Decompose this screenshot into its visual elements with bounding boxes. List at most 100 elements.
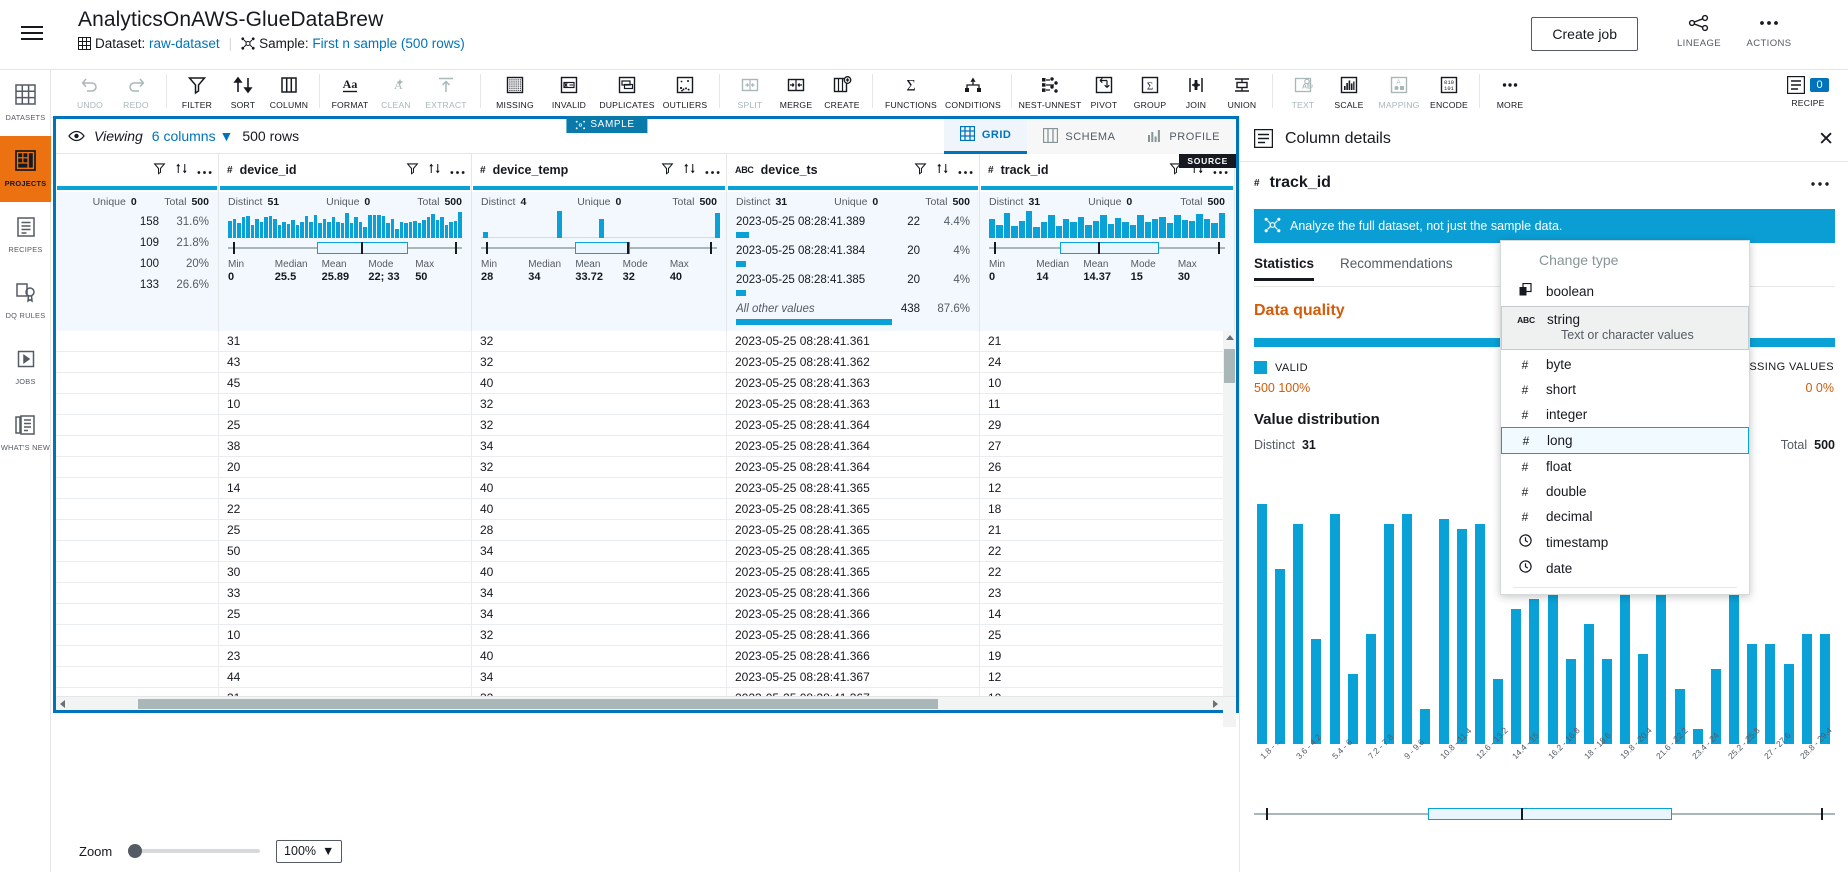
tab-grid[interactable]: GRID (943, 119, 1028, 154)
table-cell[interactable] (56, 499, 219, 519)
zoom-slider-handle[interactable] (128, 844, 143, 858)
table-cell[interactable]: 19 (980, 646, 1235, 666)
sidebar-item-what-s-new[interactable]: WHAT'S NEW (0, 400, 51, 466)
table-cell[interactable] (56, 478, 219, 498)
sort-icon[interactable] (936, 162, 949, 180)
sidebar-item-datasets[interactable]: DATASETS (0, 70, 51, 136)
toolbar-sort-button[interactable]: SORT (220, 70, 266, 116)
toolbar-pivot-button[interactable]: PIVOT (1081, 70, 1127, 116)
table-cell[interactable]: 43 (219, 352, 472, 372)
table-cell[interactable]: 14 (980, 604, 1235, 624)
table-cell[interactable]: 2023-05-25 08:28:41.365 (727, 520, 980, 540)
toolbar-more-button[interactable]: MORE (1487, 70, 1533, 116)
actions-button[interactable]: ACTIONS (1738, 12, 1800, 49)
table-cell[interactable]: 21 (980, 520, 1235, 540)
zoom-slider[interactable] (128, 844, 261, 858)
table-row[interactable]: 31 32 2023-05-25 08:28:41.361 21 (56, 331, 1236, 352)
table-cell[interactable] (56, 667, 219, 687)
filter-icon[interactable] (661, 162, 674, 180)
table-cell[interactable]: 31 (219, 331, 472, 351)
sidebar-item-recipes[interactable]: RECIPES (0, 202, 51, 268)
sample-tab[interactable]: SAMPLE (566, 116, 648, 133)
table-cell[interactable] (56, 562, 219, 582)
filter-icon[interactable] (406, 162, 419, 180)
toolbar-merge-button[interactable]: MERGE (773, 70, 819, 116)
change-type-option-byte[interactable]: # byte (1501, 352, 1749, 377)
table-cell[interactable]: 25 (980, 625, 1235, 645)
change-type-option-date[interactable]: date (1501, 555, 1749, 581)
table-row[interactable]: 10 32 2023-05-25 08:28:41.366 25 (56, 625, 1236, 646)
table-cell[interactable]: 12 (980, 478, 1235, 498)
table-cell[interactable]: 22 (980, 541, 1235, 561)
table-cell[interactable]: 2023-05-25 08:28:41.364 (727, 457, 980, 477)
table-row[interactable]: 14 40 2023-05-25 08:28:41.365 12 (56, 478, 1236, 499)
table-cell[interactable]: 40 (472, 373, 727, 393)
toolbar-outliers-button[interactable]: OUTLIERS (658, 70, 712, 116)
table-cell[interactable]: 2023-05-25 08:28:41.363 (727, 394, 980, 414)
table-row[interactable]: 10 32 2023-05-25 08:28:41.363 11 (56, 394, 1236, 415)
table-cell[interactable]: 22 (219, 499, 472, 519)
toolbar-conditions-button[interactable]: CONDITIONS (942, 70, 1004, 116)
table-cell[interactable] (56, 373, 219, 393)
close-icon[interactable]: ✕ (1818, 130, 1834, 149)
table-cell[interactable]: 32 (472, 331, 727, 351)
sort-icon[interactable] (428, 162, 441, 180)
table-row[interactable]: 38 34 2023-05-25 08:28:41.364 27 (56, 436, 1236, 457)
table-cell[interactable]: 50 (219, 541, 472, 561)
sidebar-item-projects[interactable]: PROJECTS (0, 136, 51, 202)
table-cell[interactable]: 25 (219, 520, 472, 540)
table-cell[interactable]: 40 (472, 646, 727, 666)
table-cell[interactable]: 23 (980, 583, 1235, 603)
tab-statistics[interactable]: Statistics (1254, 256, 1315, 281)
column-options-icon[interactable] (1810, 174, 1830, 192)
table-cell[interactable]: 27 (980, 436, 1235, 456)
table-cell[interactable]: 2023-05-25 08:28:41.366 (727, 604, 980, 624)
scroll-up-icon[interactable] (1226, 335, 1234, 340)
toolbar-encode-button[interactable]: 010 101 ENCODE (1426, 70, 1472, 116)
table-cell[interactable]: 10 (219, 394, 472, 414)
table-cell[interactable]: 2023-05-25 08:28:41.365 (727, 562, 980, 582)
table-cell[interactable]: 32 (472, 415, 727, 435)
table-cell[interactable]: 32 (472, 352, 727, 372)
sort-icon[interactable] (175, 162, 188, 180)
change-type-option-boolean[interactable]: boolean (1501, 278, 1749, 304)
table-cell[interactable] (56, 646, 219, 666)
sample-link[interactable]: First n sample (500 rows) (312, 36, 464, 51)
table-cell[interactable]: 2023-05-25 08:28:41.364 (727, 436, 980, 456)
table-cell[interactable] (56, 457, 219, 477)
table-cell[interactable]: 12 (980, 667, 1235, 687)
scroll-left-icon[interactable] (60, 700, 65, 708)
table-cell[interactable] (56, 331, 219, 351)
table-cell[interactable]: 2023-05-25 08:28:41.367 (727, 667, 980, 687)
table-row[interactable]: 44 34 2023-05-25 08:28:41.367 12 (56, 667, 1236, 688)
lineage-button[interactable]: LINEAGE (1668, 12, 1730, 49)
table-row[interactable]: 43 32 2023-05-25 08:28:41.362 24 (56, 352, 1236, 373)
table-cell[interactable] (56, 436, 219, 456)
table-cell[interactable]: 2023-05-25 08:28:41.365 (727, 541, 980, 561)
toolbar-functions-button[interactable]: Σ FUNCTIONS (880, 70, 942, 116)
table-cell[interactable]: 34 (472, 541, 727, 561)
table-row[interactable]: 25 34 2023-05-25 08:28:41.366 14 (56, 604, 1236, 625)
table-cell[interactable] (56, 394, 219, 414)
table-cell[interactable] (56, 415, 219, 435)
table-cell[interactable]: 40 (472, 478, 727, 498)
toolbar-group-button[interactable]: Σ GROUP (1127, 70, 1173, 116)
toolbar-invalid-button[interactable]: INVALID (542, 70, 596, 116)
table-cell[interactable]: 26 (980, 457, 1235, 477)
table-cell[interactable]: 22 (980, 562, 1235, 582)
table-cell[interactable] (56, 583, 219, 603)
table-row[interactable]: 25 28 2023-05-25 08:28:41.365 21 (56, 520, 1236, 541)
vertical-scrollbar[interactable] (1223, 331, 1236, 727)
column-options-icon[interactable] (705, 162, 720, 180)
column-options-icon[interactable] (450, 162, 465, 180)
scroll-right-icon[interactable] (1213, 700, 1218, 708)
zoom-level-select[interactable]: 100% ▼ (276, 839, 343, 863)
table-cell[interactable]: 40 (472, 562, 727, 582)
change-type-option-decimal[interactable]: # decimal (1501, 504, 1749, 529)
table-cell[interactable]: 34 (472, 436, 727, 456)
table-cell[interactable] (56, 352, 219, 372)
sort-icon[interactable] (683, 162, 696, 180)
table-row[interactable]: 20 32 2023-05-25 08:28:41.364 26 (56, 457, 1236, 478)
dataset-link[interactable]: raw-dataset (149, 36, 220, 51)
table-cell[interactable]: 30 (219, 562, 472, 582)
